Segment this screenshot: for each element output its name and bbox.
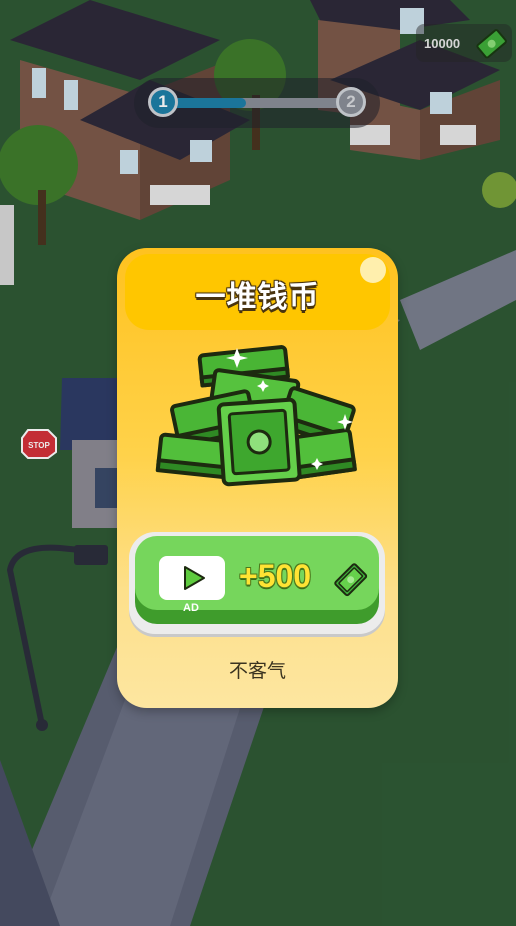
reward-amount: +500 xyxy=(239,558,312,594)
money-pile-icon xyxy=(155,340,360,504)
cash-icon xyxy=(331,560,369,602)
decline-button[interactable]: 不客气 xyxy=(117,656,398,683)
ad-label: AD xyxy=(183,602,199,614)
watch-ad-reward-button[interactable]: AD +500 xyxy=(129,532,385,634)
popup-title: 一堆钱币 xyxy=(195,280,320,315)
play-icon xyxy=(181,565,207,595)
ad-video-badge xyxy=(159,556,225,600)
button-face: AD +500 xyxy=(135,536,379,614)
reward-popup: 一堆钱币 AD +500 不客气 xyxy=(117,248,398,708)
